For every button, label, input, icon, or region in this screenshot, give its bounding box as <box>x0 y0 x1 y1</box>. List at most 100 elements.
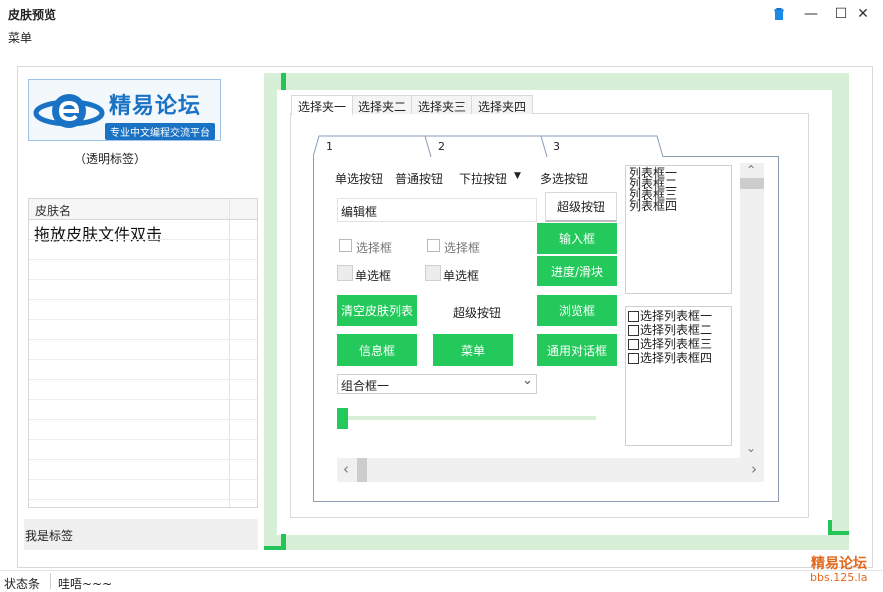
maximize-icon[interactable]: ☐ <box>830 4 852 24</box>
skin-list-drag-hint: 拖放皮肤文件双击 <box>34 225 163 244</box>
list-item[interactable]: 选择列表框三 <box>628 337 731 351</box>
list-item[interactable]: 选择列表框二 <box>628 323 731 337</box>
logo-subtitle: 专业中文编程交流平台 <box>105 123 215 140</box>
radio-1[interactable] <box>337 265 353 281</box>
table-row <box>29 459 257 460</box>
clear-skin-list-button[interactable]: 清空皮肤列表 <box>337 295 417 326</box>
vertical-scroll-thumb[interactable] <box>740 178 764 189</box>
checkbox-2-label: 选择框 <box>444 241 481 255</box>
status-bar-label: 状态条 <box>4 577 41 591</box>
list-item-label: 选择列表框四 <box>640 350 713 365</box>
list-item[interactable]: 选择列表框四 <box>628 351 731 365</box>
scroll-left-icon[interactable]: ‹ <box>343 460 349 478</box>
table-row <box>29 499 257 500</box>
tab-inner-1[interactable]: 1 <box>326 140 333 153</box>
logo-e-icon <box>33 94 105 128</box>
radio-2[interactable] <box>425 265 441 281</box>
skin-list-column-separator <box>229 199 230 507</box>
watermark-title: 精易论坛 <box>811 556 867 572</box>
progress-slider-button[interactable]: 进度/滑块 <box>537 256 617 286</box>
tab-outer-3[interactable]: 选择夹三 <box>411 95 474 114</box>
combo-chevron-down-icon[interactable]: ⌄ <box>522 373 533 388</box>
list-item[interactable]: 列表框四 <box>629 200 731 212</box>
normal-button[interactable]: 普通按钮 <box>395 170 443 187</box>
slider-thumb[interactable] <box>337 408 348 429</box>
window-title: 皮肤预览 <box>8 8 57 22</box>
inner-tab-strip <box>313 135 663 158</box>
check-listbox[interactable]: 选择列表框一 选择列表框二 选择列表框三 选择列表框四 <box>625 306 732 446</box>
browse-button[interactable]: 浏览框 <box>537 295 617 326</box>
table-row <box>29 359 257 360</box>
table-row <box>29 239 257 240</box>
dropdown-arrow-icon[interactable]: ▼ <box>514 171 521 181</box>
slider-track[interactable] <box>342 416 596 420</box>
skin-icon[interactable] <box>768 4 790 24</box>
list-item-checkbox[interactable] <box>628 310 639 322</box>
transparent-label: （透明标签） <box>74 152 147 166</box>
scroll-right-icon[interactable]: › <box>751 460 757 478</box>
list-item-checkbox[interactable] <box>628 324 639 336</box>
status-bar-separator <box>50 573 51 589</box>
input-box-button[interactable]: 输入框 <box>537 223 617 254</box>
list-item-label: 选择列表框一 <box>640 308 713 323</box>
tab-outer-4[interactable]: 选择夹四 <box>471 95 534 114</box>
table-row <box>29 399 257 400</box>
logo: 精易论坛 专业中文编程交流平台 <box>28 79 221 141</box>
table-row <box>29 379 257 380</box>
minimize-icon[interactable]: — <box>800 4 822 24</box>
tab-inner-3[interactable]: 3 <box>553 140 560 153</box>
skin-list-header[interactable]: 皮肤名 <box>29 199 257 220</box>
watermark-url: bbs.125.la <box>810 571 868 584</box>
radio-2-label: 单选框 <box>443 269 480 283</box>
list-item[interactable]: 选择列表框一 <box>628 309 731 323</box>
list-item-label: 选择列表框二 <box>640 322 713 337</box>
horizontal-scroll-thumb[interactable] <box>357 458 367 482</box>
combo-box-value: 组合框一 <box>341 379 390 393</box>
list-item-checkbox[interactable] <box>628 338 639 350</box>
scroll-up-icon[interactable]: ⌃ <box>746 163 756 177</box>
menu-button[interactable]: 菜单 <box>433 334 513 366</box>
listbox[interactable]: 列表框一 列表框二 列表框三 列表框四 <box>625 165 732 294</box>
menu-label[interactable]: 菜单 <box>8 29 32 46</box>
tab-outer-1[interactable]: 选择夹一 <box>291 95 354 115</box>
table-row <box>29 339 257 340</box>
tab-outer-2[interactable]: 选择夹二 <box>351 95 414 114</box>
multi-select-button[interactable]: 多选按钮 <box>540 170 588 187</box>
dropdown-button[interactable]: 下拉按钮 <box>459 170 507 187</box>
skin-list[interactable]: 皮肤名 拖放皮肤文件双击 <box>28 198 258 508</box>
checkbox-2[interactable] <box>427 239 440 252</box>
status-bar-divider <box>0 570 883 571</box>
scroll-down-icon[interactable]: ⌄ <box>746 441 756 455</box>
super-button-top[interactable]: 超级按钮 <box>545 192 617 222</box>
radio-1-label: 单选框 <box>355 269 392 283</box>
tab-inner-2[interactable]: 2 <box>438 140 445 153</box>
logo-title: 精易论坛 <box>109 93 202 119</box>
vertical-scrollbar[interactable] <box>740 163 764 458</box>
frame-corner-top-left <box>281 73 286 90</box>
status-bar-text: 哇唔~~~ <box>58 577 113 591</box>
list-item-checkbox[interactable] <box>628 352 639 364</box>
table-row <box>29 299 257 300</box>
me-label: 我是标签 <box>24 519 258 550</box>
common-dialog-button[interactable]: 通用对话框 <box>537 334 617 366</box>
list-item-label: 选择列表框三 <box>640 336 713 351</box>
table-row <box>29 279 257 280</box>
table-row <box>29 319 257 320</box>
frame-corner-bottom-right-v <box>828 520 832 535</box>
table-row <box>29 419 257 420</box>
combo-box[interactable]: 组合框一 <box>337 374 537 394</box>
table-row <box>29 479 257 480</box>
info-box-button[interactable]: 信息框 <box>337 334 417 366</box>
checkbox-1[interactable] <box>339 239 352 252</box>
skin-list-header-label: 皮肤名 <box>35 204 72 218</box>
radio-button-label[interactable]: 单选按钮 <box>335 170 383 187</box>
close-icon[interactable]: ✕ <box>852 4 874 24</box>
edit-box[interactable]: 编辑框 <box>337 198 537 222</box>
horizontal-scrollbar[interactable] <box>337 458 764 482</box>
checkbox-1-label: 选择框 <box>356 241 393 255</box>
super-button-top-label: 超级按钮 <box>556 200 605 214</box>
frame-corner-bottom-left-v <box>281 534 286 550</box>
table-row <box>29 259 257 260</box>
super-button-mid[interactable]: 超级按钮 <box>453 304 501 321</box>
table-row <box>29 439 257 440</box>
